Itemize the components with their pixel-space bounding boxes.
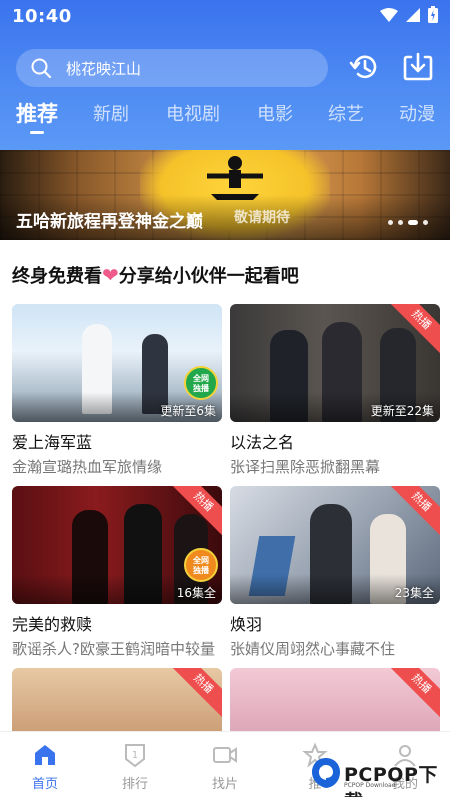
section-title-text-2: 分享给小伙伴一起看吧 [118,266,299,287]
tab-variety[interactable]: 综艺 [328,100,364,126]
exclusive-badge: 全网 独播 [184,366,218,400]
banner-dot[interactable] [388,220,393,225]
search-placeholder: 桃花映江山 [66,59,142,78]
watermark: PCPOP下载 PCPOP Download [308,754,450,797]
banner-pagination [388,220,428,225]
banner-dot[interactable] [398,220,403,225]
drama-description: 张婧仪周翊然心事藏不住 [230,640,396,658]
drama-card[interactable]: 全网 独播 更新至6集 爱上海军蓝 金瀚宣璐热血军旅情缘 [12,304,222,477]
category-tabs: 推荐 新剧 电视剧 电影 综艺 动漫 [0,100,450,140]
nav-ranking[interactable]: 1 排行 [90,732,180,797]
nav-label: 首页 [31,777,58,792]
tab-recommend[interactable]: 推荐 [16,98,58,128]
drama-card[interactable]: 热播 全网 独播 16集全 完美的救赎 歌谣杀人?欧豪王鹤润暗中较量 [12,486,222,659]
drama-card[interactable]: 热播 更新至22集 以法之名 张译扫黑除恶掀翻黑幕 [230,304,440,477]
drama-title: 爱上海军蓝 [12,433,93,452]
download-icon[interactable] [402,51,434,83]
nav-home[interactable]: 首页 [0,732,90,797]
drama-thumbnail[interactable]: 热播 23集全 [230,486,440,604]
nav-find[interactable]: 找片 [180,732,270,797]
banner-title: 五哈新旅程再登神金之巅 [16,212,203,232]
signal-icon [406,7,420,22]
banner-carousel[interactable]: 五哈新旅程再登神金之巅 敬请期待 [0,150,450,240]
tab-anime[interactable]: 动漫 [399,100,435,126]
drama-title: 完美的救赎 [12,615,93,634]
pcpop-logo-icon [312,758,340,788]
wifi-icon [380,7,398,22]
header: 10:40 桃花映江山 推荐 新剧 电视剧 电影 综艺 动漫 [0,0,450,150]
episode-count: 更新至6集 [160,404,216,418]
banner-figure-icon [207,156,263,200]
watermark-text: PCPOP下载 [344,764,438,797]
section-title-text-1: 终身免费看 [12,266,102,287]
nav-label: 排行 [121,777,148,792]
episode-count: 23集全 [394,586,434,600]
tab-movies[interactable]: 电影 [257,100,293,126]
status-bar: 10:40 [0,0,450,34]
drama-thumbnail[interactable]: 热播 全网 独播 16集全 [12,486,222,604]
battery-icon [428,6,438,23]
app-root: 10:40 桃花映江山 推荐 新剧 电视剧 电影 综艺 动漫 五哈新旅程再登神金… [0,0,450,797]
svg-text:1: 1 [132,750,138,761]
drama-title: 焕羽 [230,615,263,634]
tab-new-drama[interactable]: 新剧 [93,100,129,126]
history-icon[interactable] [349,51,381,83]
heart-icon: ❤ [102,263,119,287]
drama-card[interactable]: 热播 23集全 焕羽 张婧仪周翊然心事藏不住 [230,486,440,659]
video-camera-icon [213,747,237,763]
drama-description: 歌谣杀人?欧豪王鹤润暗中较量 [12,640,215,658]
ranking-icon: 1 [125,744,145,768]
banner-dot[interactable] [423,220,428,225]
drama-thumbnail[interactable]: 全网 独播 更新至6集 [12,304,222,422]
drama-title: 以法之名 [230,433,295,452]
banner-subtitle: 敬请期待 [234,210,290,226]
nav-label: 找片 [211,777,238,792]
status-time: 10:40 [12,6,72,27]
drama-description: 金瀚宣璐热血军旅情缘 [12,458,163,476]
exclusive-badge: 全网 独播 [184,548,218,582]
drama-description: 张译扫黑除恶掀翻黑幕 [230,458,381,476]
tab-active-indicator [30,131,44,134]
search-icon [31,58,52,79]
episode-count: 16集全 [176,586,216,600]
section-title: 终身免费看❤分享给小伙伴一起看吧 [12,262,299,288]
home-icon [35,745,55,765]
search-bar[interactable]: 桃花映江山 [16,49,328,87]
episode-count: 更新至22集 [370,404,434,418]
status-icons [380,6,438,23]
drama-thumbnail[interactable]: 热播 更新至22集 [230,304,440,422]
banner-dot-active[interactable] [408,220,418,225]
tab-tv-series[interactable]: 电视剧 [166,100,220,126]
watermark-subtext: PCPOP Download [344,782,396,789]
